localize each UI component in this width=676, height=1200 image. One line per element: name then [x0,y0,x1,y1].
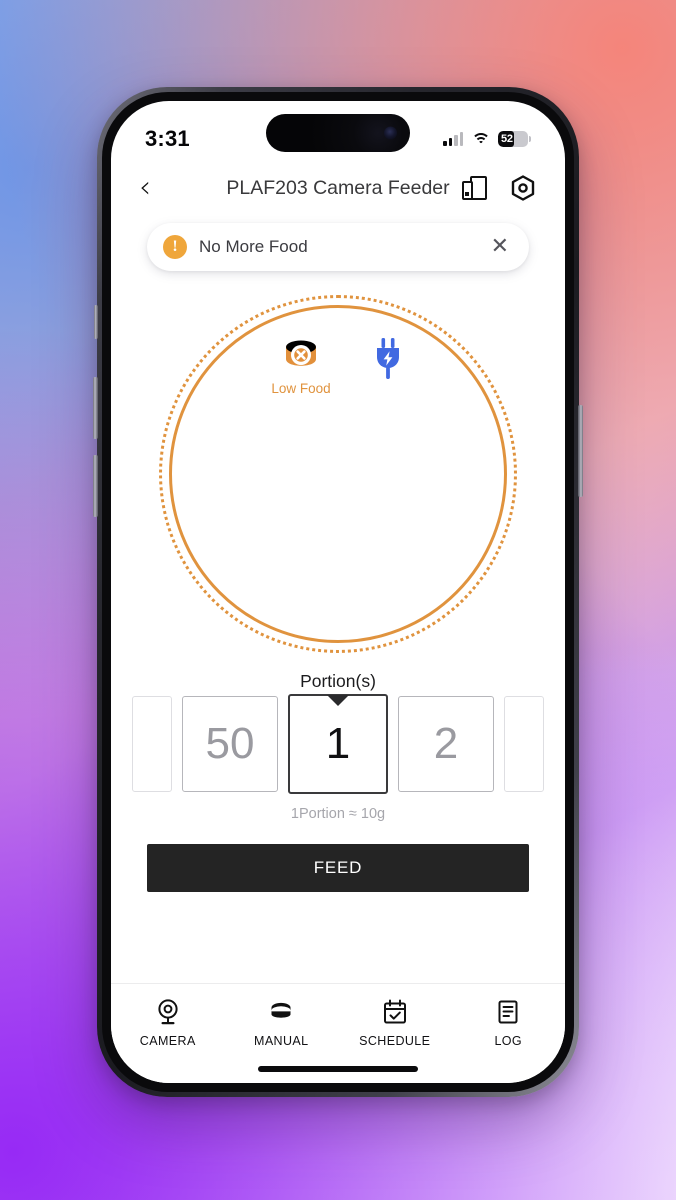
tab-schedule-label: SCHEDULE [359,1034,431,1048]
close-x-icon[interactable]: ✕ [491,236,509,258]
alert-banner: ! No More Food ✕ [147,223,529,271]
portion-hint: 1Portion ≈ 10g [290,806,386,822]
portion-option-50[interactable]: 50 [182,696,278,792]
volume-down-button[interactable] [93,455,98,517]
feed-button-container: FEED [111,822,565,892]
wifi-icon [471,132,490,146]
tab-camera-label: CAMERA [139,1034,196,1048]
status-bar: 3:31 52 [111,101,565,161]
portion-label: Portion(s) [300,671,376,691]
back-button[interactable]: ‹ [139,173,169,203]
portion-option-selected[interactable]: 1 [288,694,388,794]
low-food-status: Low Food [271,335,331,396]
home-indicator[interactable] [258,1066,418,1072]
page-title: PLAF203 Camera Feeder [226,176,450,199]
battery-cap [529,136,531,142]
tab-manual[interactable]: MANUAL [225,997,339,1048]
cellular-signal-icon [443,132,463,146]
silent-switch[interactable] [94,305,98,339]
header-actions [462,174,537,202]
battery-percent-label: 52 [501,133,513,145]
tab-log[interactable]: LOG [452,997,566,1048]
volume-up-button[interactable] [93,377,98,439]
power-plug-icon [371,337,405,396]
food-bowl-x-icon [285,340,316,366]
alert-banner-container: ! No More Food ✕ [111,215,565,271]
feed-button[interactable]: FEED [147,844,529,892]
camera-icon [158,999,178,1025]
tab-schedule[interactable]: SCHEDULE [338,997,452,1048]
hexagon-gear-icon[interactable] [509,174,537,202]
warning-exclamation-icon: ! [163,235,187,259]
power-button[interactable] [578,405,583,497]
calendar-check-icon [383,999,406,1024]
device-share-icon[interactable] [462,175,487,201]
phone-screen: 3:31 52 ‹ PLAF203 Camera Feeder ! No Mor… [111,101,565,1083]
status-bar-indicators: 52 [443,131,531,147]
bowl-status-icons: Low Food [111,335,565,396]
low-food-label: Low Food [271,381,331,396]
tab-camera[interactable]: CAMERA [111,997,225,1048]
portion-option-2[interactable]: 2 [398,696,494,792]
tab-manual-label: MANUAL [254,1034,309,1048]
document-lines-icon [498,1000,518,1024]
feeder-bowl-visual: Low Food [111,289,565,665]
battery-indicator: 52 [498,131,531,147]
status-bar-time: 3:31 [145,126,190,151]
battery-icon: 52 [498,131,528,147]
phone-device-frame: 3:31 52 ‹ PLAF203 Camera Feeder ! No Mor… [93,87,583,1097]
portion-picker-section: Portion(s) 50 1 2 1Portion ≈ 10g [111,671,565,822]
phone-bezel: 3:31 52 ‹ PLAF203 Camera Feeder ! No Mor… [102,92,574,1092]
app-header: ‹ PLAF203 Camera Feeder [111,161,565,215]
portion-carousel[interactable]: 50 1 2 [111,694,565,794]
tab-log-label: LOG [494,1034,523,1048]
alert-message: No More Food [199,237,308,256]
bowl-icon [271,1002,291,1018]
dynamic-island [266,114,410,152]
front-camera-lens [384,126,397,140]
portion-option-right-partial[interactable] [504,696,544,792]
portion-option-left-partial[interactable] [132,696,172,792]
